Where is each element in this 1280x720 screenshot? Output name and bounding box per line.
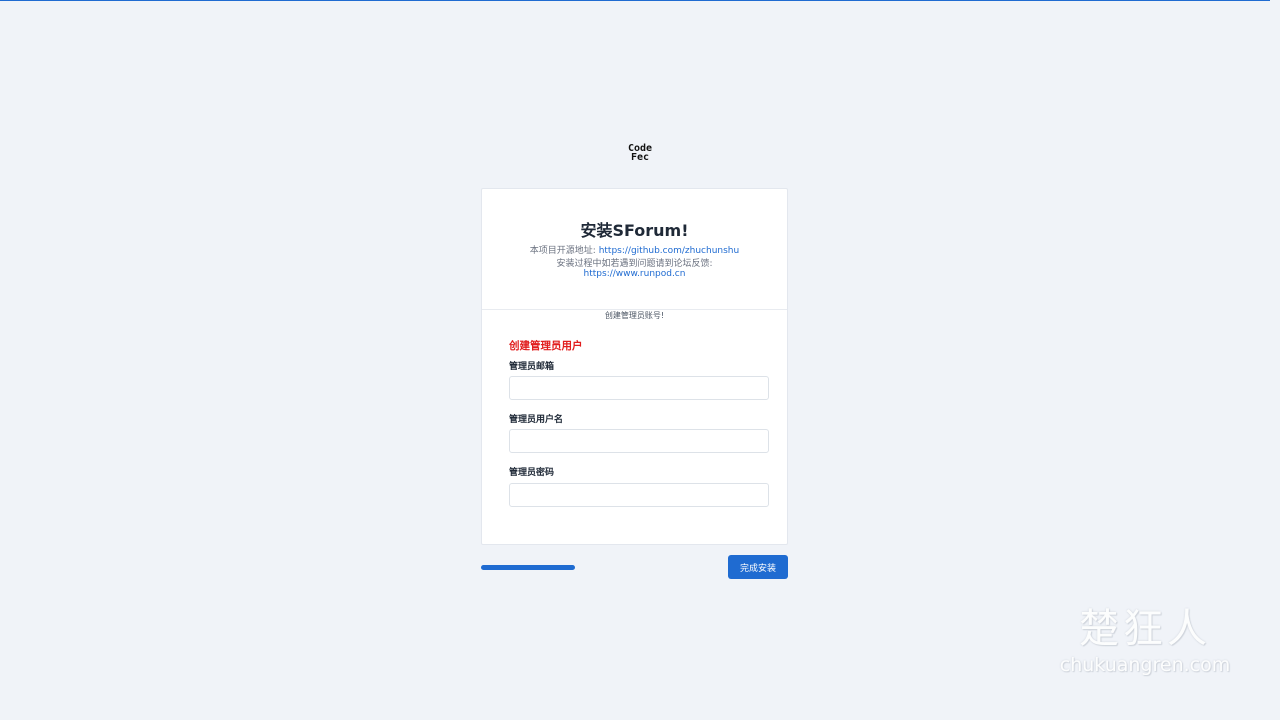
repo-prefix: 本项目开源地址:: [529, 246, 599, 256]
watermark-en: chukuangren.com: [1059, 654, 1231, 676]
install-progress-bar: [481, 565, 575, 570]
repo-line: 本项目开源地址: https://github.com/zhuchunshu: [482, 243, 787, 256]
forum-line: https://www.runpod.cn: [482, 269, 787, 279]
password-field[interactable]: [509, 483, 769, 507]
card-title: 安装SForum!: [580, 221, 689, 240]
email-label: 管理员邮箱: [509, 362, 555, 372]
section-title: 创建管理员用户: [509, 340, 583, 352]
top-progress-line: [0, 0, 1270, 1]
watermark-cn: 楚狂人: [1079, 606, 1211, 652]
install-card: 安装SForum! 本项目开源地址: https://github.com/zh…: [481, 188, 788, 545]
watermark: 楚狂人 chukuangren.com: [1050, 596, 1240, 676]
step-label: 创建管理员账号!: [600, 311, 669, 320]
repo-link[interactable]: https://github.com/zhuchunshu: [599, 246, 740, 256]
email-field[interactable]: [509, 376, 769, 400]
password-label: 管理员密码: [509, 468, 555, 478]
forum-link[interactable]: https://www.runpod.cn: [584, 269, 686, 279]
finish-install-button[interactable]: 完成安装: [728, 555, 788, 579]
step-label-wrap: 创建管理员账号!: [482, 303, 787, 322]
username-label: 管理员用户名: [509, 415, 564, 425]
feedback-text: 安装过程中如若遇到问题请到论坛反馈:: [556, 259, 713, 269]
codefec-logo: Code Fec: [619, 144, 661, 163]
logo-line2: Fec: [630, 152, 650, 163]
username-field[interactable]: [509, 429, 769, 453]
